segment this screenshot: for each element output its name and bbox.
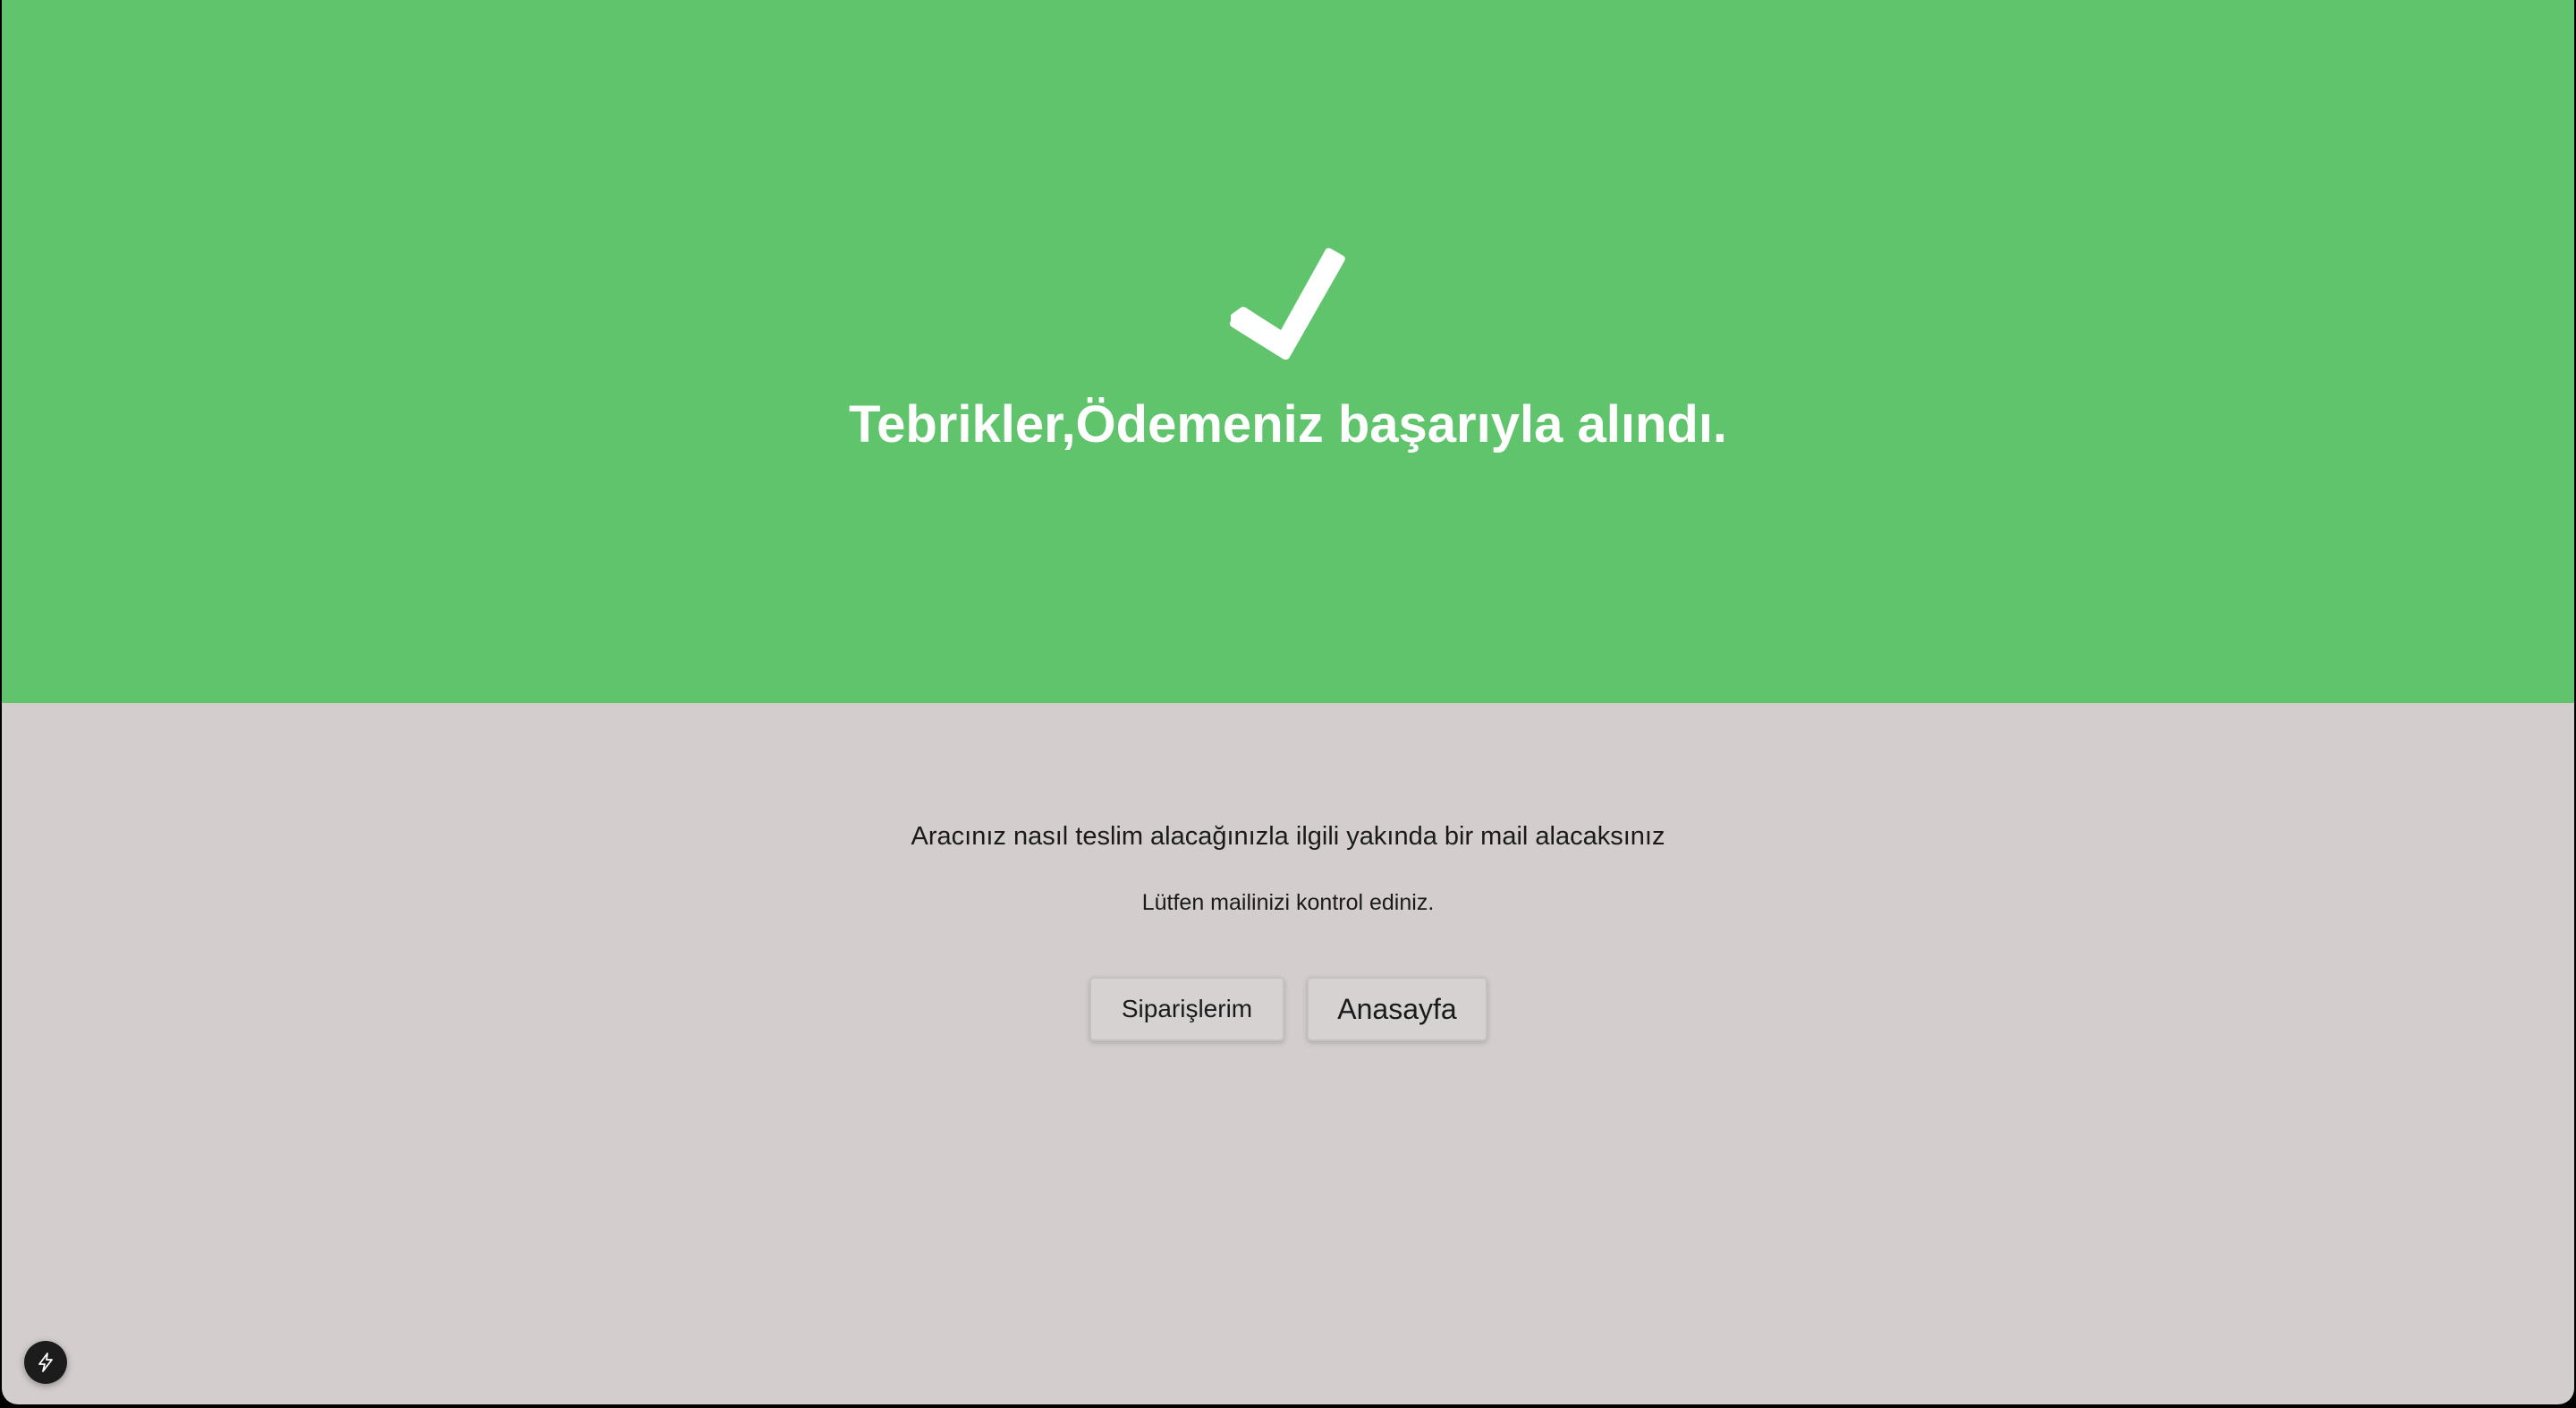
floating-action-button[interactable] [24,1341,67,1384]
delivery-info-text: Aracınız nasıl teslim alacağınızla ilgil… [911,822,1665,851]
my-orders-button[interactable]: Siparişlerim [1089,977,1284,1041]
success-banner: Tebrikler,Ödemeniz başarıyla alındı. [2,0,2574,703]
check-icon [1229,248,1345,360]
success-title: Tebrikler,Ödemeniz başarıyla alındı. [848,395,1728,454]
lightning-bolt-icon [38,1353,53,1372]
check-mail-text: Lütfen mailinizi kontrol ediniz. [1141,890,1435,915]
homepage-button[interactable]: Anasayfa [1307,977,1487,1041]
page: Tebrikler,Ödemeniz başarıyla alındı. Ara… [2,0,2574,1404]
